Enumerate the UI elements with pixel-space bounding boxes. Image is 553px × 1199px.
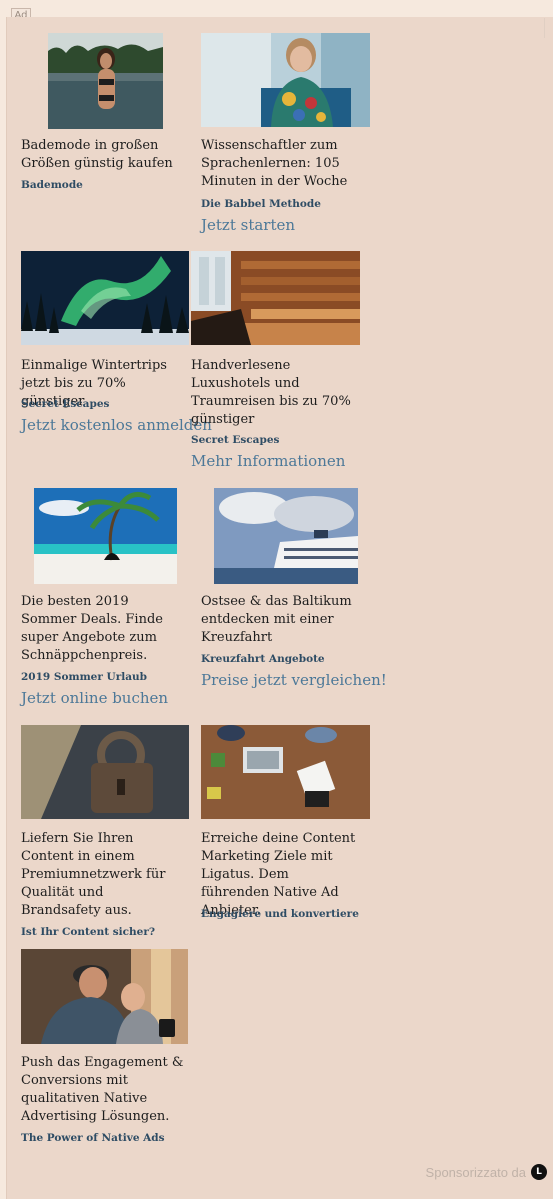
card-brand[interactable]: The Power of Native Ads <box>21 1132 165 1144</box>
card-title[interactable]: Bademode in großen Größen günstig kaufen <box>21 137 181 173</box>
sponsored-by-label: Sponsorizzato da <box>425 1164 526 1180</box>
card-brand[interactable]: Engagiere und konvertiere <box>201 908 359 920</box>
card-brand[interactable]: Kreuzfahrt Angebote <box>201 653 325 665</box>
card-title[interactable]: Push das Engagement & Conversions mit qu… <box>21 1054 186 1126</box>
card-brand[interactable]: Secret Escapes <box>21 398 109 410</box>
card-title[interactable]: Die besten 2019 Sommer Deals. Finde supe… <box>21 593 186 665</box>
card-brand[interactable]: Secret Escapes <box>191 434 279 446</box>
card-title[interactable]: Ostsee & das Baltikum entdecken mit eine… <box>201 593 361 647</box>
thumbnail-people-phone[interactable] <box>21 949 188 1044</box>
card-cta-link[interactable]: Preise jetzt vergleichen! <box>201 671 387 689</box>
card-cta-link[interactable]: Jetzt online buchen <box>21 689 168 707</box>
thumbnail-swimwear[interactable] <box>48 33 163 129</box>
card-brand[interactable]: Ist Ihr Content sicher? <box>21 926 155 938</box>
card-title[interactable]: Liefern Sie Ihren Content in einem Premi… <box>21 830 186 920</box>
thumbnail-padlock[interactable] <box>21 725 189 819</box>
ad-corner-mark <box>530 18 545 38</box>
thumbnail-cruise-ship[interactable] <box>214 488 358 584</box>
thumbnail-desk-meeting[interactable] <box>201 725 370 819</box>
card-brand[interactable]: Bademode <box>21 179 83 191</box>
card-cta-link[interactable]: Mehr Informationen <box>191 452 345 470</box>
thumbnail-scientist[interactable] <box>201 33 370 127</box>
card-cta-link[interactable]: Jetzt starten <box>201 216 295 234</box>
thumbnail-sauna[interactable] <box>191 251 360 345</box>
thumbnail-beach[interactable] <box>34 488 177 584</box>
card-brand[interactable]: 2019 Sommer Urlaub <box>21 671 147 683</box>
sponsored-by-footer[interactable]: Sponsorizzato da L <box>426 1164 547 1180</box>
card-title[interactable]: Wissenschaftler zum Sprachenlernen: 105 … <box>201 137 351 191</box>
thumbnail-aurora[interactable] <box>21 251 189 345</box>
card-title[interactable]: Handverlesene Luxushotels und Traumreise… <box>191 357 351 429</box>
card-cta-link[interactable]: Jetzt kostenlos anmelden <box>21 416 212 434</box>
ligatus-logo-icon[interactable]: L <box>531 1164 547 1180</box>
card-title[interactable]: Erreiche deine Content Marketing Ziele m… <box>201 830 361 920</box>
card-brand[interactable]: Die Babbel Methode <box>201 198 321 210</box>
